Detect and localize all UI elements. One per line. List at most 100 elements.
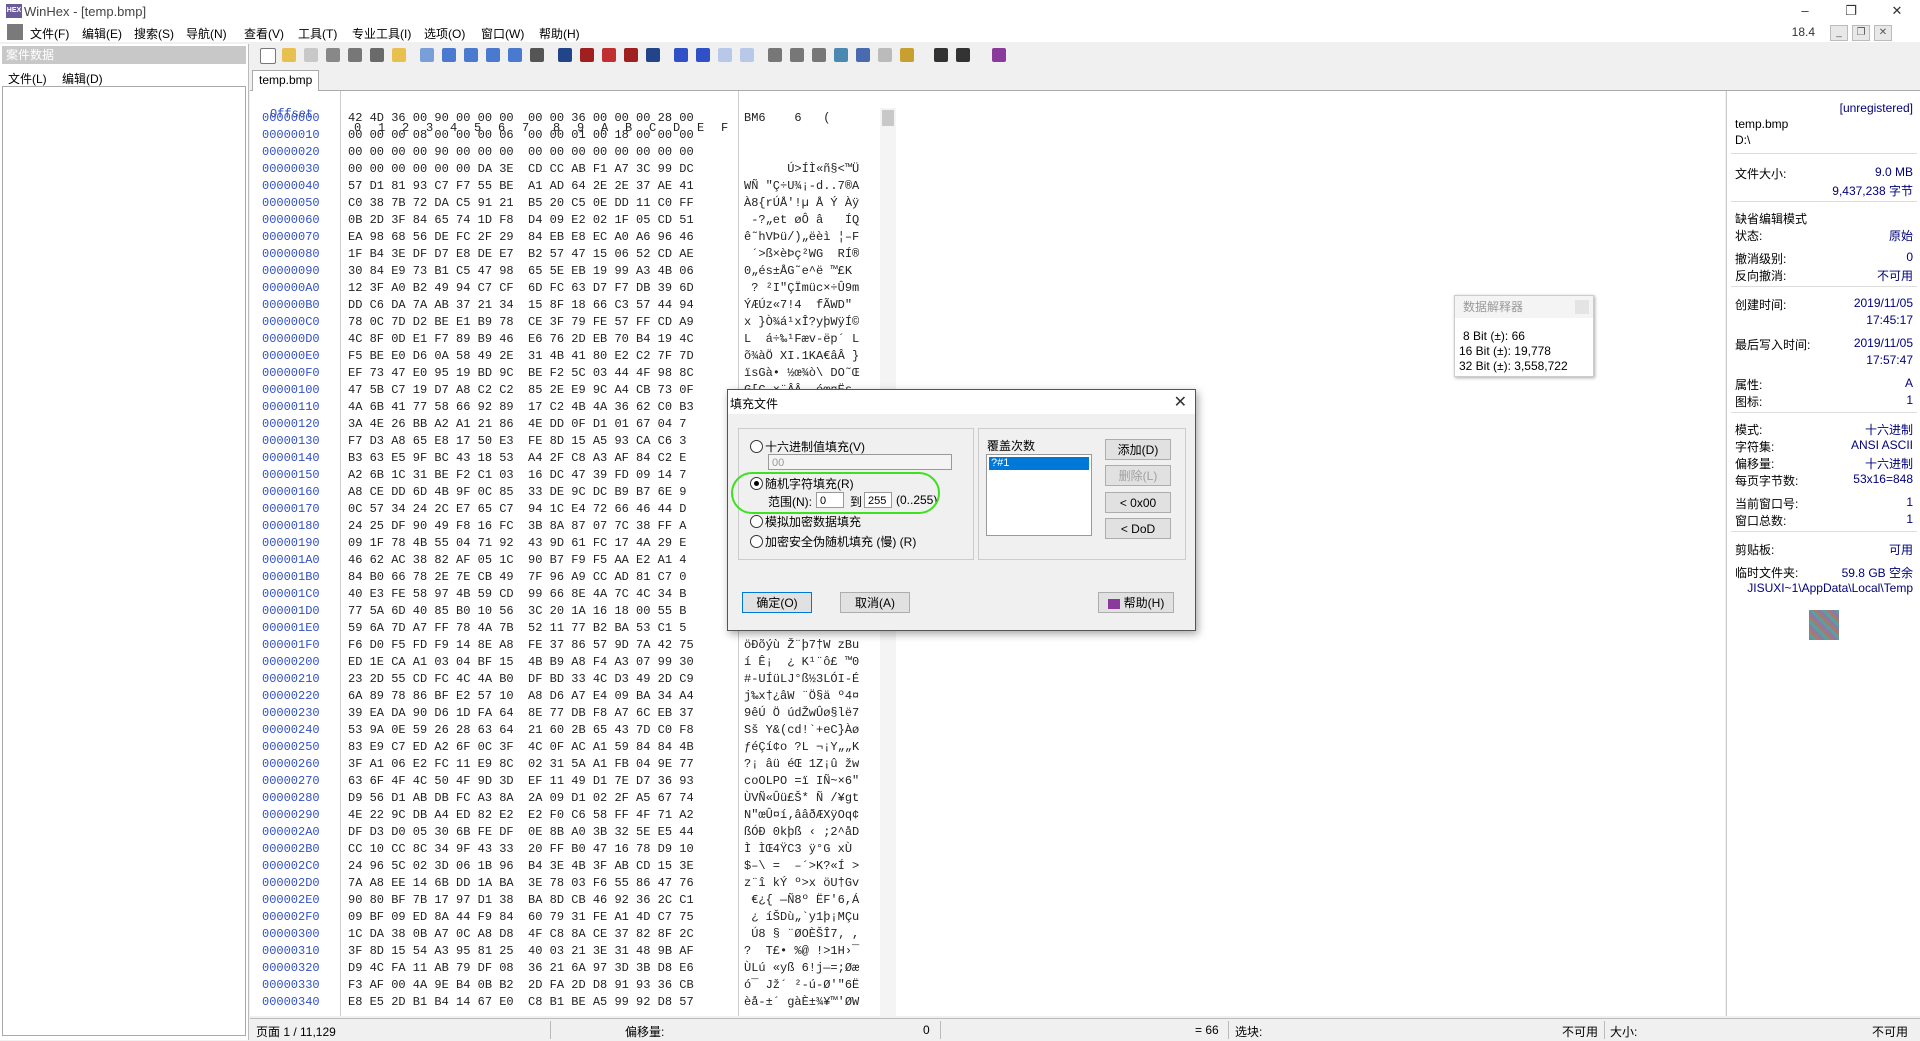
row-offset[interactable]: 00000210 <box>262 671 320 688</box>
hex-row[interactable]: 00000000 42 4D 36 00 90 00 00 00 00 00 36… <box>250 110 890 127</box>
menu-options[interactable]: 选项(O) <box>424 25 465 42</box>
save-icon[interactable] <box>304 48 318 62</box>
row-ascii[interactable]: Ì ÌŒ4ŸC3 ÿ°G xÙ <box>744 841 852 858</box>
row-hex-bytes[interactable]: D9 4C FA 11 AB 79 DF 08 36 21 6A 97 3D 3… <box>348 960 694 977</box>
row-hex-bytes[interactable]: 7A A8 EE 14 6B DD 1A BA 3E 78 03 F6 55 8… <box>348 875 694 892</box>
row-hex-bytes[interactable]: CC 10 CC 8C 34 9F 43 33 20 FF B0 47 16 7… <box>348 841 694 858</box>
row-offset[interactable]: 000000F0 <box>262 365 320 382</box>
scroll-thumb[interactable] <box>882 110 894 126</box>
ram-icon[interactable] <box>812 48 826 62</box>
row-ascii[interactable]: z¨î kÝ º>x öU†Gv <box>744 875 859 892</box>
row-offset[interactable]: 00000330 <box>262 977 320 994</box>
hex-row[interactable]: 00000290 4E 22 9C DB A4 ED 82 E2 E2 F0 C6… <box>250 807 890 824</box>
row-offset[interactable]: 000002A0 <box>262 824 320 841</box>
row-hex-bytes[interactable]: 00 00 00 08 00 00 00 06 00 00 01 00 18 0… <box>348 127 694 144</box>
find-special-icon[interactable] <box>646 48 660 62</box>
row-ascii[interactable]: ê˜hVÞü/)„ëèì ¦–F <box>744 229 859 246</box>
row-offset[interactable]: 00000260 <box>262 756 320 773</box>
hex-row[interactable]: 000000D0 4C 8F 0D E1 F7 89 B9 46 E6 76 2D… <box>250 331 890 348</box>
hex-row[interactable]: 000000B0 DD C6 DA 7A AB 37 21 34 15 8F 18… <box>250 297 890 314</box>
row-hex-bytes[interactable]: 6A 89 78 86 BF E2 57 10 A8 D6 A7 E4 09 B… <box>348 688 694 705</box>
open-image-icon[interactable] <box>392 48 406 62</box>
row-hex-bytes[interactable]: 3F A1 06 E2 FC 11 E9 8C 02 31 5A A1 FB 0… <box>348 756 694 773</box>
row-hex-bytes[interactable]: D9 56 D1 AB DB FC A3 8A 2A 09 D1 02 2F A… <box>348 790 694 807</box>
hex-row[interactable]: 00000020 00 00 00 00 90 00 00 00 00 00 00… <box>250 144 890 161</box>
row-hex-bytes[interactable]: 24 96 5C 02 3D 06 1B 96 B4 3E 4B 3F AB C… <box>348 858 694 875</box>
row-hex-bytes[interactable]: 1C DA 38 0B A7 0C A8 D8 4F C8 8A CE 37 8… <box>348 926 694 943</box>
copy-icon[interactable] <box>442 48 456 62</box>
row-hex-bytes[interactable]: 12 3F A0 B2 49 94 C7 CF 6D FC 63 D7 F7 D… <box>348 280 694 297</box>
row-ascii[interactable]: Ú8 § ¨ØOÈŠÎ7‚ , <box>744 926 859 943</box>
cancel-button[interactable]: 取消(A) <box>840 592 910 613</box>
radio-secure-fill[interactable] <box>750 535 763 548</box>
row-hex-bytes[interactable]: 83 E9 C7 ED A2 6F 0C 3F 4C 0F AC A1 59 8… <box>348 739 694 756</box>
write-hex-icon[interactable] <box>530 48 544 62</box>
row-offset[interactable]: 00000190 <box>262 535 320 552</box>
row-ascii[interactable]: ƒéÇí¢o ?L ¬¡Y„„K <box>744 739 859 756</box>
row-ascii[interactable]: Sš Y&(cd!`+eC}Àø <box>744 722 859 739</box>
row-hex-bytes[interactable]: 23 2D 55 CD FC 4C 4A B0 DF BD 33 4C D3 4… <box>348 671 694 688</box>
hex-row[interactable]: 00000230 39 EA DA 90 D6 1D FA 64 8E 77 DB… <box>250 705 890 722</box>
row-hex-bytes[interactable]: A8 CE DD 6D 4B 9F 0C 85 33 DE 9C DC B9 B… <box>348 484 686 501</box>
find-hex-icon[interactable] <box>602 48 616 62</box>
row-hex-bytes[interactable]: 47 5B C7 19 D7 A8 C2 C2 85 2E E9 9C A4 C… <box>348 382 694 399</box>
radio-hex-fill-label[interactable]: 十六进制值填充(V) <box>765 438 865 455</box>
row-hex-bytes[interactable]: E8 E5 2D B1 B4 14 67 E0 C8 B1 BE A5 99 9… <box>348 994 694 1011</box>
help-button[interactable]: 帮助(H) <box>1098 592 1174 613</box>
row-offset[interactable]: 00000020 <box>262 144 320 161</box>
dialog-close-button[interactable]: ✕ <box>1174 392 1187 412</box>
hex-row[interactable]: 00000200 ED 1E CA A1 03 04 BF 15 4B B9 A8… <box>250 654 890 671</box>
row-hex-bytes[interactable]: 3F 8D 15 54 A3 95 81 25 40 03 21 3E 31 4… <box>348 943 694 960</box>
row-offset[interactable]: 00000240 <box>262 722 320 739</box>
row-hex-bytes[interactable]: ED 1E CA A1 03 04 BF 15 4B B9 A8 F4 A3 0… <box>348 654 694 671</box>
row-hex-bytes[interactable]: 39 EA DA 90 D6 1D FA 64 8E 77 DB F8 A7 6… <box>348 705 694 722</box>
hex-row[interactable]: 00000090 30 84 E9 73 B1 C5 47 98 65 5E EB… <box>250 263 890 280</box>
row-offset[interactable]: 00000150 <box>262 467 320 484</box>
radio-secure-fill-label[interactable]: 加密安全伪随机填充 (慢) (R) <box>765 533 916 550</box>
prev-icon[interactable] <box>934 48 948 62</box>
row-offset[interactable]: 00000340 <box>262 994 320 1011</box>
replace-text-icon[interactable] <box>580 48 594 62</box>
row-hex-bytes[interactable]: 46 62 AC 38 82 AF 05 1C 90 B7 F9 F5 AA E… <box>348 552 686 569</box>
delete-button[interactable]: 删除(L) <box>1105 465 1171 486</box>
row-ascii[interactable]: €¿{ —Ñ8º ËF'6,Á <box>744 892 859 909</box>
hex-row[interactable]: 000002D0 7A A8 EE 14 6B DD 1A BA 3E 78 03… <box>250 875 890 892</box>
hex-row[interactable]: 00000310 3F 8D 15 54 A3 95 81 25 40 03 21… <box>250 943 890 960</box>
row-offset[interactable]: 00000320 <box>262 960 320 977</box>
mdi-close-button[interactable]: ✕ <box>1874 25 1892 41</box>
row-offset[interactable]: 00000140 <box>262 450 320 467</box>
hex-value-field[interactable]: 00 <box>768 454 952 470</box>
radio-simulated-fill-label[interactable]: 模拟加密数据填充 <box>765 513 861 530</box>
row-ascii[interactable]: WÑ "Ç÷U¾¡-d..7®A <box>744 178 859 195</box>
hex-row[interactable]: 000000A0 12 3F A0 B2 49 94 C7 CF 6D FC 63… <box>250 280 890 297</box>
row-offset[interactable]: 00000040 <box>262 178 320 195</box>
hex-row[interactable]: 00000300 1C DA 38 0B A7 0C A8 D8 4F C8 8A… <box>250 926 890 943</box>
forward-arrow-icon[interactable] <box>740 48 754 62</box>
row-offset[interactable]: 00000080 <box>262 246 320 263</box>
row-ascii[interactable]: ó¯ Jž´ ²-ú-Ø'"6Ë <box>744 977 859 994</box>
row-offset[interactable]: 00000310 <box>262 943 320 960</box>
row-ascii[interactable]: x }Ò¾á¹xÎ?yþWÿÍ© <box>744 314 859 331</box>
row-ascii[interactable]: L á÷‰¹Fæv-ëp´ L <box>744 331 859 348</box>
case-menu-edit[interactable]: 编辑(D) <box>62 70 103 87</box>
row-offset[interactable]: 00000070 <box>262 229 320 246</box>
find-text-icon[interactable] <box>558 48 572 62</box>
properties-icon[interactable] <box>370 48 384 62</box>
hex-row[interactable]: 00000080 1F B4 3E DF D7 E8 DE E7 B2 57 47… <box>250 246 890 263</box>
row-ascii[interactable]: N"œÛ¤í‚ââðÆXÿOq¢ <box>744 807 859 824</box>
new-file-icon[interactable] <box>260 48 276 64</box>
row-offset[interactable]: 000002E0 <box>262 892 320 909</box>
row-offset[interactable]: 000002D0 <box>262 875 320 892</box>
row-offset[interactable]: 00000050 <box>262 195 320 212</box>
row-offset[interactable]: 00000030 <box>262 161 320 178</box>
row-offset[interactable]: 00000010 <box>262 127 320 144</box>
row-hex-bytes[interactable]: B3 63 E5 9F BC 43 18 53 A4 2F C8 A3 AF 8… <box>348 450 686 467</box>
row-ascii[interactable]: #-UÍüLJ°ß½3LÓI-É <box>744 671 859 688</box>
row-hex-bytes[interactable]: 53 9A 0E 59 26 28 63 64 21 60 2B 65 43 7… <box>348 722 694 739</box>
radio-simulated-fill[interactable] <box>750 515 763 528</box>
zero-pass-button[interactable]: < 0x00 <box>1105 492 1171 513</box>
paste-icon[interactable] <box>486 48 500 62</box>
row-ascii[interactable]: coOLPO =ï IÑ~×6" <box>744 773 859 790</box>
cut-icon[interactable] <box>464 48 478 62</box>
row-offset[interactable]: 000000E0 <box>262 348 320 365</box>
